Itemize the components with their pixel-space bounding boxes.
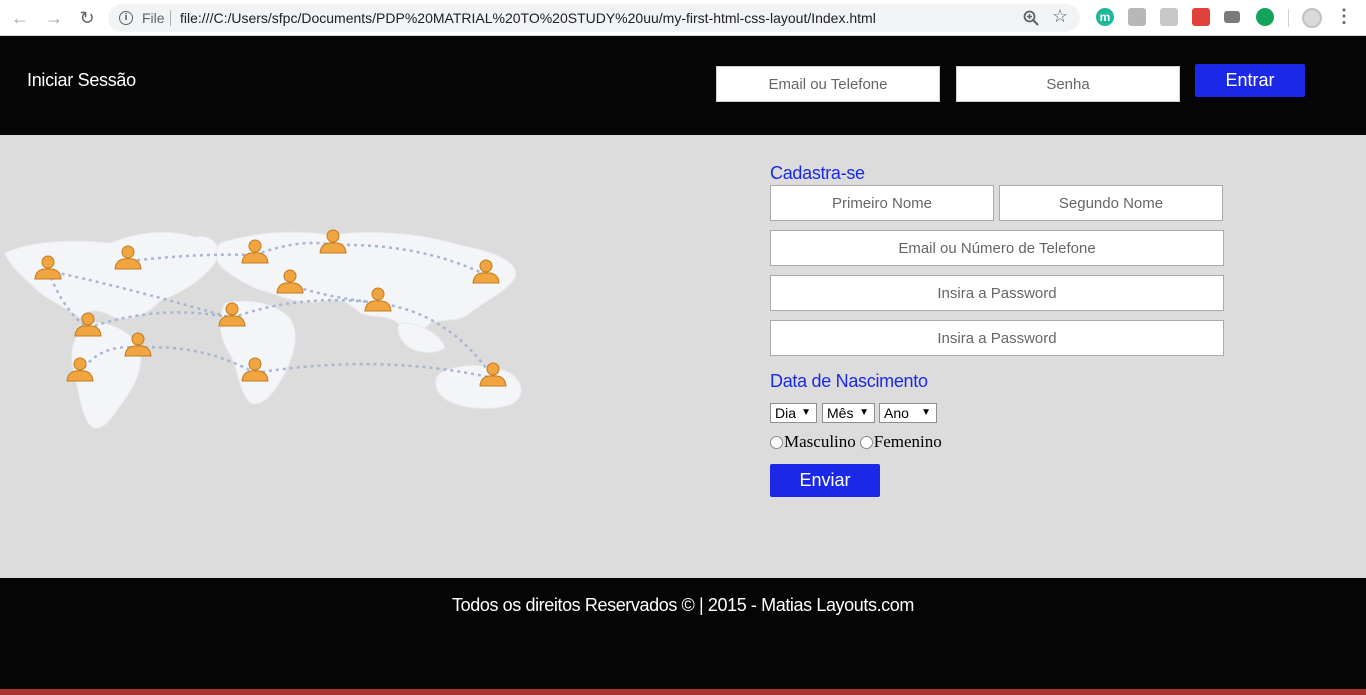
gender-male-radio[interactable] xyxy=(770,435,783,449)
site-footer: Todos os direitos Reservados © | 2015 - … xyxy=(0,578,1366,689)
extension-doc-icon[interactable] xyxy=(1160,8,1178,26)
menu-dots-icon[interactable]: ⋮ xyxy=(1335,6,1353,27)
gender-female-radio[interactable] xyxy=(859,435,873,449)
scheme-label: File xyxy=(142,10,165,26)
gender-group: Masculino Femenino xyxy=(770,432,942,452)
world-map-image xyxy=(4,229,522,429)
month-select-value: Mês xyxy=(827,405,854,421)
forward-arrow-icon[interactable]: → xyxy=(42,6,66,30)
address-bar[interactable]: i File file:///C:/Users/sfpc/Documents/P… xyxy=(108,4,1080,32)
login-email-input[interactable] xyxy=(716,66,940,102)
chevron-down-icon: ▼ xyxy=(921,407,931,418)
site-header: Iniciar Sessão Entrar xyxy=(0,36,1366,135)
first-name-input[interactable] xyxy=(770,185,994,221)
signup-title: Cadastra-se xyxy=(770,163,865,183)
reload-icon[interactable]: ↻ xyxy=(75,6,99,30)
info-icon[interactable]: i xyxy=(119,11,133,25)
month-select[interactable]: Mês ▼ xyxy=(822,403,875,423)
toolbar-divider xyxy=(1288,9,1289,27)
login-button[interactable]: Entrar xyxy=(1195,64,1305,97)
back-arrow-icon[interactable]: ← xyxy=(8,6,32,30)
browser-toolbar: ← → ↻ i File file:///C:/Users/sfpc/Docum… xyxy=(0,0,1366,36)
gender-male-label: Masculino xyxy=(784,432,856,451)
extension-m-icon[interactable]: m xyxy=(1096,8,1114,26)
chevron-down-icon: ▼ xyxy=(801,407,811,418)
year-select-value: Ano xyxy=(884,405,909,421)
extension-rss-icon[interactable] xyxy=(1128,8,1146,26)
gender-female-label: Femenino xyxy=(873,432,942,451)
login-password-input[interactable] xyxy=(956,66,1180,102)
taskbar-edge xyxy=(0,689,1366,695)
omnibox-divider xyxy=(170,10,171,26)
contact-input[interactable] xyxy=(770,230,1224,266)
extension-red-icon[interactable] xyxy=(1192,8,1210,26)
star-icon[interactable]: ☆ xyxy=(1052,6,1068,27)
chevron-down-icon: ▼ xyxy=(859,407,869,418)
header-title: Iniciar Sessão xyxy=(27,70,136,90)
footer-copyright: Todos os direitos Reservados © | 2015 - … xyxy=(452,595,914,615)
day-select[interactable]: Dia ▼ xyxy=(770,403,817,423)
password-confirm-input[interactable] xyxy=(770,320,1224,356)
extension-chat-icon[interactable] xyxy=(1256,8,1274,26)
main-content: Cadastra-se Data de Nascimento Dia ▼ Mês ▼… xyxy=(0,135,1366,578)
year-select[interactable]: Ano ▼ xyxy=(879,403,937,423)
birth-date-title: Data de Nascimento xyxy=(770,371,928,391)
submit-button[interactable]: Enviar xyxy=(770,464,880,497)
zoom-icon[interactable] xyxy=(1022,9,1040,27)
url-text[interactable]: file:///C:/Users/sfpc/Documents/PDP%20MA… xyxy=(180,10,876,26)
last-name-input[interactable] xyxy=(999,185,1223,221)
profile-avatar-icon[interactable] xyxy=(1302,8,1322,28)
extension-dark-icon[interactable] xyxy=(1224,11,1240,23)
password-input[interactable] xyxy=(770,275,1224,311)
day-select-value: Dia xyxy=(775,405,797,421)
